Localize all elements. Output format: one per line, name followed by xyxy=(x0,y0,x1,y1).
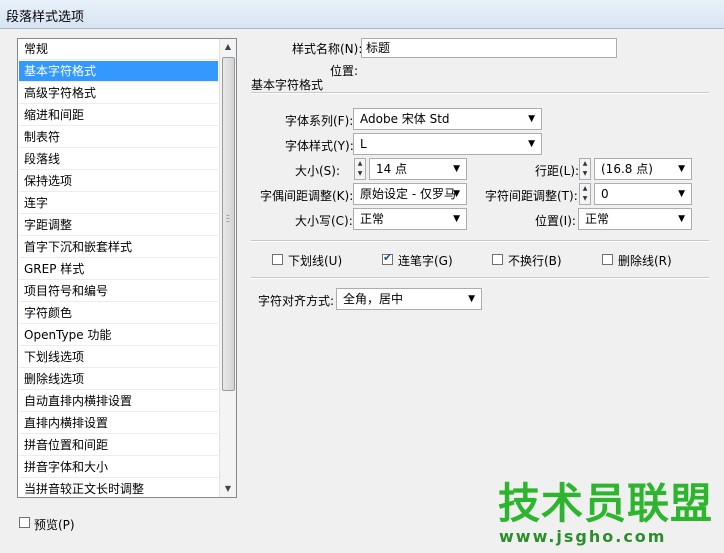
size-select[interactable]: 14 点 ▼ xyxy=(369,158,467,180)
kerning-label: 字偶间距调整(K): xyxy=(260,189,354,203)
category-item[interactable]: 首字下沉和嵌套样式 xyxy=(19,237,218,258)
category-item[interactable]: 常规 xyxy=(19,39,218,60)
chevron-down-icon: ▼ xyxy=(453,164,460,174)
kerning-select[interactable]: 原始设定 - 仅罗马 ▼ xyxy=(353,183,467,205)
category-item[interactable]: 基本字符格式 xyxy=(19,61,218,82)
watermark-url: www.jsgho.com xyxy=(499,527,667,546)
location-label: 位置: xyxy=(330,64,359,78)
alignment-label: 字符对齐方式: xyxy=(258,294,335,308)
leading-stepper[interactable]: ▲ ▼ xyxy=(579,158,591,180)
chevron-down-icon: ▼ xyxy=(453,214,460,224)
case-label: 大小写(C): xyxy=(295,214,353,228)
stepper-down-icon[interactable]: ▼ xyxy=(355,169,365,179)
divider xyxy=(251,240,709,242)
chevron-down-icon: ▼ xyxy=(468,294,475,304)
watermark-logo: 技术员联盟 xyxy=(498,479,714,528)
underline-checkbox[interactable] xyxy=(272,254,283,265)
no-break-checkbox[interactable] xyxy=(492,254,503,265)
strikethrough-checkbox[interactable] xyxy=(602,254,613,265)
strikethrough-label: 删除线(R) xyxy=(618,254,672,268)
tracking-stepper[interactable]: ▲ ▼ xyxy=(579,183,591,205)
category-list[interactable]: 常规 基本字符格式 高级字符格式 缩进和间距 制表符 段落线 保持选项 连字 字距调整 首字下沉和… xyxy=(17,38,237,498)
font-family-label: 字体系列(F): xyxy=(285,114,354,128)
stepper-up-icon[interactable]: ▲ xyxy=(580,184,590,194)
underline-label: 下划线(U) xyxy=(288,254,343,268)
chevron-down-icon: ▼ xyxy=(678,164,685,174)
style-name-field[interactable]: 标题 xyxy=(361,38,617,58)
title-bar: 段落样式选项 xyxy=(0,0,724,29)
chevron-down-icon: ▼ xyxy=(678,214,685,224)
category-item[interactable]: 项目符号和编号 xyxy=(19,281,218,302)
case-select[interactable]: 正常 ▼ xyxy=(353,208,467,230)
alignment-value: 全角，居中 xyxy=(343,292,404,306)
category-item[interactable]: 拼音字体和大小 xyxy=(19,457,218,478)
category-items: 常规 基本字符格式 高级字符格式 缩进和间距 制表符 段落线 保持选项 连字 字距调整 首字下沉和… xyxy=(18,39,218,497)
tracking-select[interactable]: 0 ▼ xyxy=(594,183,692,205)
position-value: 正常 xyxy=(585,212,610,226)
position-label: 位置(I): xyxy=(535,214,576,228)
category-item[interactable]: 高级字符格式 xyxy=(19,83,218,104)
preview-checkbox[interactable] xyxy=(19,517,30,528)
category-item[interactable]: 缩进和间距 xyxy=(19,105,218,126)
style-name-label: 样式名称(N): xyxy=(292,42,363,56)
category-item[interactable]: 下划线选项 xyxy=(19,347,218,368)
stepper-down-icon[interactable]: ▼ xyxy=(580,169,590,179)
category-item[interactable]: 保持选项 xyxy=(19,171,218,192)
no-break-label: 不换行(B) xyxy=(508,254,562,268)
category-item[interactable]: 自动直排内横排设置 xyxy=(19,391,218,412)
leading-value: (16.8 点) xyxy=(601,162,653,176)
category-item[interactable]: OpenType 功能 xyxy=(19,325,218,346)
category-item[interactable]: 制表符 xyxy=(19,127,218,148)
category-item[interactable]: 删除线选项 xyxy=(19,369,218,390)
leading-select[interactable]: (16.8 点) ▼ xyxy=(594,158,692,180)
stepper-down-icon[interactable]: ▼ xyxy=(580,194,590,204)
scroll-up-icon[interactable]: ▲ xyxy=(220,39,236,55)
position-select[interactable]: 正常 ▼ xyxy=(578,208,692,230)
category-item[interactable]: 直排内横排设置 xyxy=(19,413,218,434)
alignment-select[interactable]: 全角，居中 ▼ xyxy=(336,288,482,310)
scroll-thumb[interactable]: – – – xyxy=(222,57,235,391)
section-title: 基本字符格式 xyxy=(251,78,324,92)
tracking-value: 0 xyxy=(601,187,609,201)
case-value: 正常 xyxy=(360,212,385,226)
stepper-up-icon[interactable]: ▲ xyxy=(355,159,365,169)
size-value: 14 点 xyxy=(376,162,408,176)
scroll-down-icon[interactable]: ▼ xyxy=(220,481,236,497)
stepper-up-icon[interactable]: ▲ xyxy=(580,159,590,169)
size-label: 大小(S): xyxy=(295,164,341,178)
font-style-label: 字体样式(Y): xyxy=(285,139,354,153)
check-icon: ✔ xyxy=(383,251,393,264)
ligatures-label: 连笔字(G) xyxy=(398,254,453,268)
size-stepper[interactable]: ▲ ▼ xyxy=(354,158,366,180)
preview-label: 预览(P) xyxy=(34,518,75,532)
section-divider xyxy=(251,92,709,94)
category-item[interactable]: 段落线 xyxy=(19,149,218,170)
kerning-value: 原始设定 - 仅罗马 xyxy=(360,187,456,201)
category-item[interactable]: 字符颜色 xyxy=(19,303,218,324)
chevron-down-icon: ▼ xyxy=(678,189,685,199)
font-family-value: Adobe 宋体 Std xyxy=(360,112,450,126)
category-item[interactable]: 当拼音较正文长时调整 xyxy=(19,479,218,497)
category-item[interactable]: 字距调整 xyxy=(19,215,218,236)
ligatures-checkbox[interactable]: ✔ xyxy=(382,251,393,265)
font-style-select[interactable]: L ▼ xyxy=(353,133,542,155)
chevron-down-icon: ▼ xyxy=(453,189,460,199)
category-item[interactable]: GREP 样式 xyxy=(19,259,218,280)
grip-icon: – – – xyxy=(226,211,230,225)
leading-label: 行距(L): xyxy=(535,164,580,178)
category-item[interactable]: 拼音位置和间距 xyxy=(19,435,218,456)
divider xyxy=(251,277,709,279)
chevron-down-icon: ▼ xyxy=(528,114,535,124)
font-style-value: L xyxy=(360,137,367,151)
font-family-select[interactable]: Adobe 宋体 Std ▼ xyxy=(353,108,542,130)
category-item[interactable]: 连字 xyxy=(19,193,218,214)
tracking-label: 字符间距调整(T): xyxy=(485,189,578,203)
window-title: 段落样式选项 xyxy=(6,10,85,25)
chevron-down-icon: ▼ xyxy=(528,139,535,149)
list-scrollbar[interactable]: ▲ – – – ▼ xyxy=(219,39,236,497)
